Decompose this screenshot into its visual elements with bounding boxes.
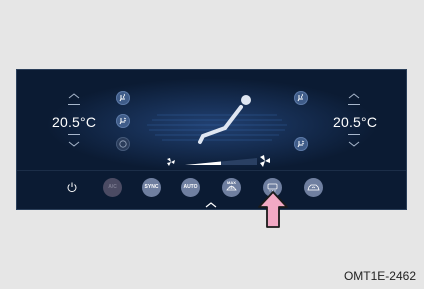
left-temperature: 20.5°C <box>52 114 97 130</box>
steering-heat-icon <box>119 140 127 148</box>
seat-vent-icon <box>119 117 127 125</box>
left-steering-heat-button[interactable] <box>116 137 130 151</box>
car-recirculation-icon <box>307 184 320 191</box>
seat-heat-icon <box>297 93 303 102</box>
front-defrost-icon <box>226 185 237 191</box>
pointer-arrow-icon <box>258 191 288 228</box>
auto-button[interactable]: AUTO <box>181 178 200 197</box>
recirculation-button[interactable] <box>304 178 323 197</box>
fan-low-icon[interactable] <box>165 156 177 168</box>
right-temp-up-icon[interactable] <box>347 92 361 100</box>
ac-button[interactable]: A/C <box>103 178 122 197</box>
right-seat-heat-button[interactable] <box>294 91 308 105</box>
seat-heat-icon <box>119 93 125 102</box>
left-seat-vent-button[interactable] <box>116 114 130 128</box>
right-temp-down-icon[interactable] <box>347 140 361 148</box>
fan-high-icon[interactable] <box>258 154 272 168</box>
left-seat-heat-button[interactable] <box>116 91 130 105</box>
power-icon[interactable] <box>66 181 78 193</box>
left-temp-down-icon[interactable] <box>67 140 81 148</box>
right-temp-bottom-dash <box>348 134 360 135</box>
fan-speed-bar[interactable] <box>185 158 257 168</box>
right-temp-top-dash <box>348 104 360 105</box>
sync-button[interactable]: SYNC <box>142 178 161 197</box>
right-temperature: 20.5°C <box>333 114 378 130</box>
right-seat-vent-button[interactable] <box>294 137 308 151</box>
expand-chevron-icon[interactable] <box>205 202 217 208</box>
airflow-seat-graphic <box>147 95 287 144</box>
max-defrost-button[interactable]: MAX <box>222 178 241 197</box>
climate-panel: 20.5°C 20.5°C A/C SYNC AUTO MAX <box>16 69 407 210</box>
figure-code: OMT1E-2462 <box>343 269 416 283</box>
left-temp-top-dash <box>68 104 80 105</box>
seat-vent-icon <box>297 140 305 148</box>
left-temp-up-icon[interactable] <box>67 92 81 100</box>
left-temp-bottom-dash <box>68 134 80 135</box>
